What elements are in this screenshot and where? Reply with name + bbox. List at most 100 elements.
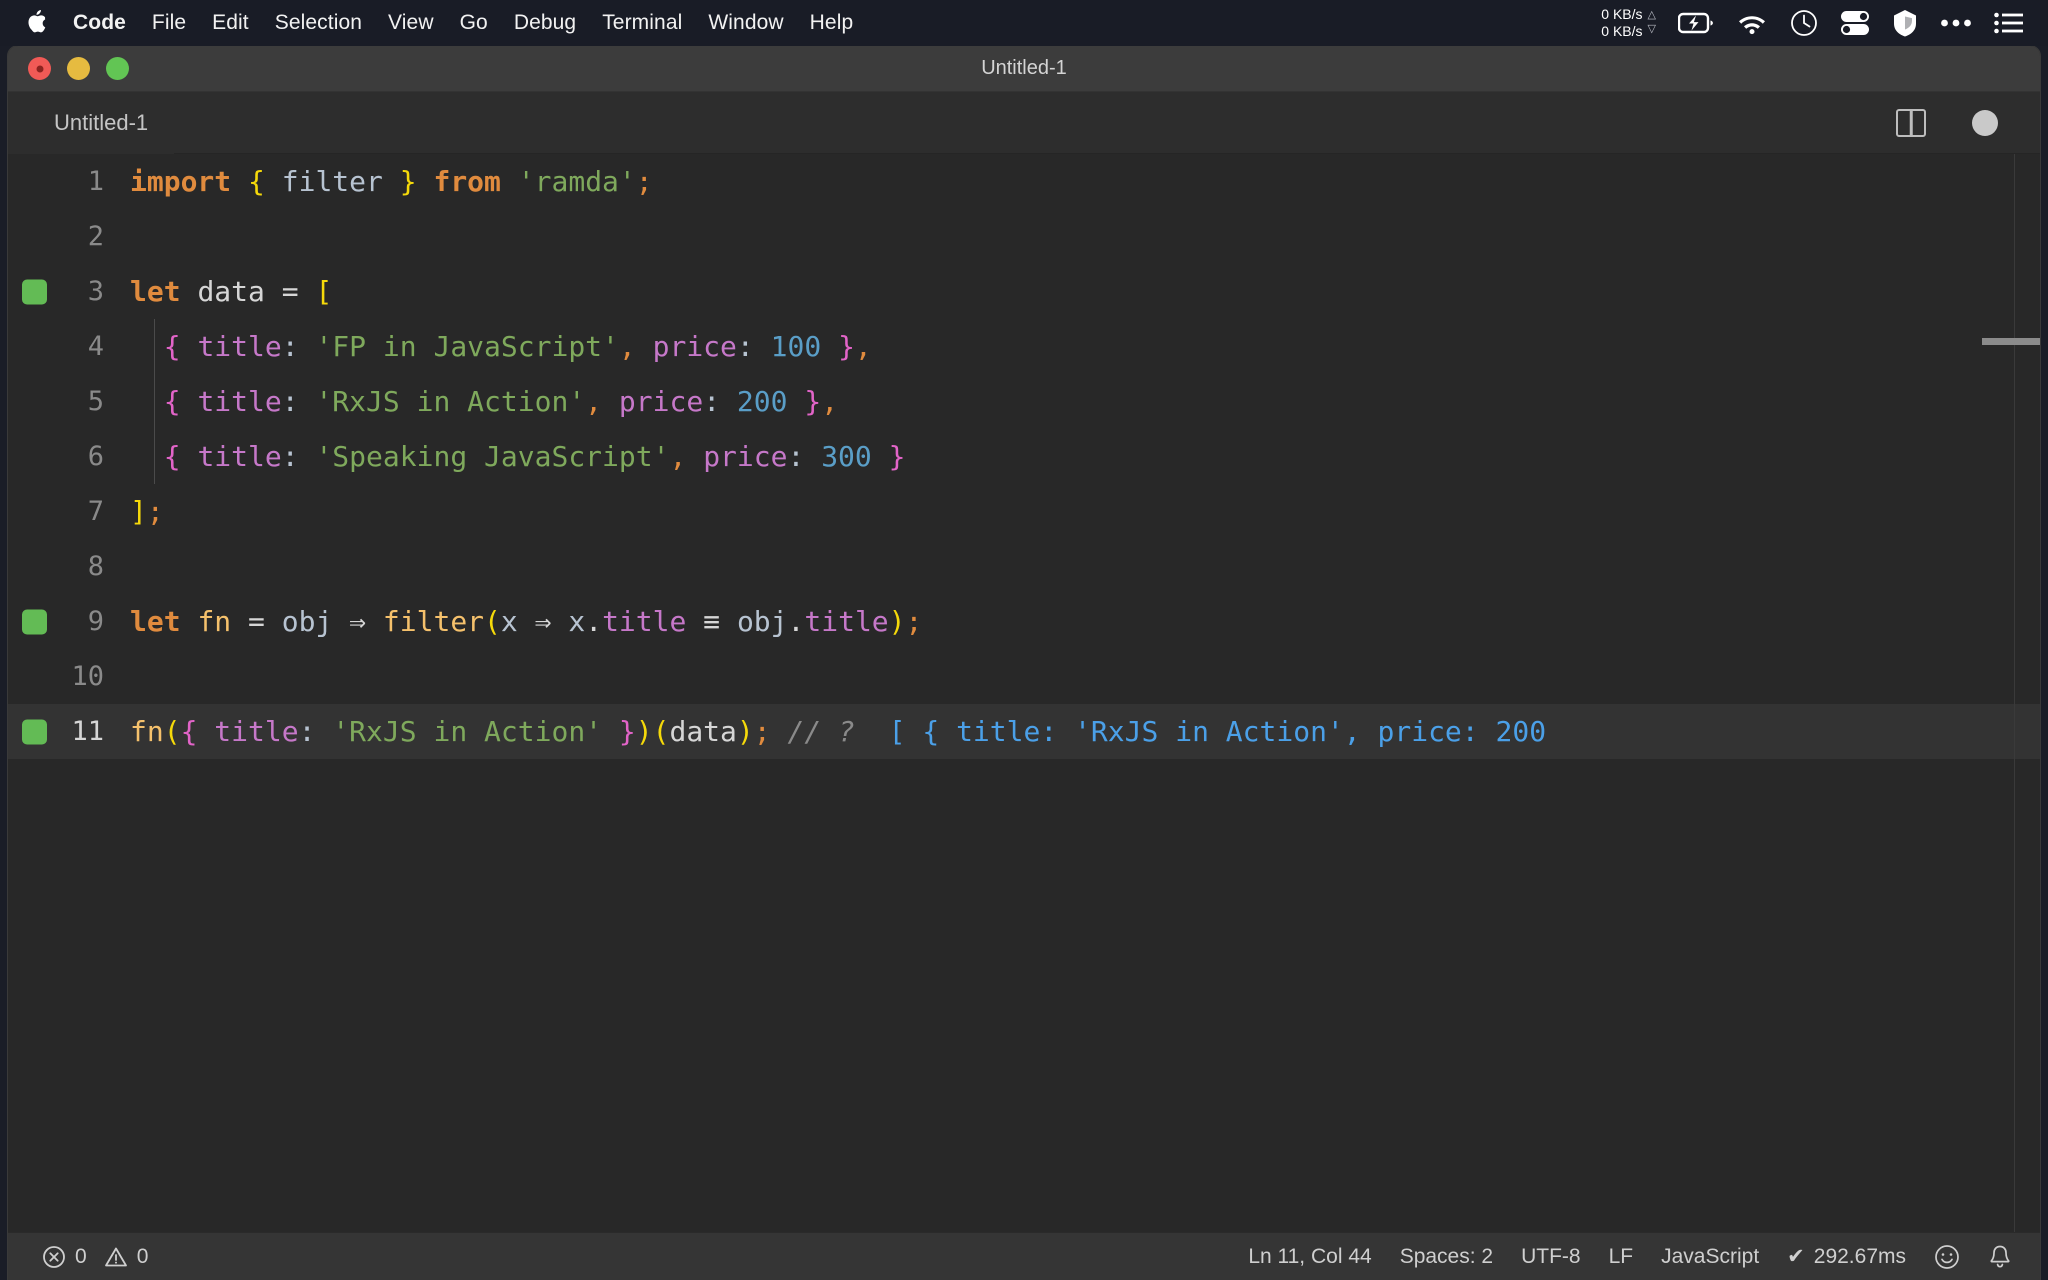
apple-logo-icon[interactable] xyxy=(14,0,60,46)
code-line-6[interactable]: 6 { title: 'Speaking JavaScript', price:… xyxy=(8,429,2040,484)
battery-charging-icon[interactable] xyxy=(1678,0,1714,46)
quokka-time: 292.67ms xyxy=(1813,1244,1906,1268)
feedback-button[interactable] xyxy=(1920,1233,1974,1280)
quokka-check-icon: ✔ xyxy=(1787,1245,1805,1268)
window-title: Untitled-1 xyxy=(981,57,1067,79)
horizontal-scrollbar-thumb[interactable] xyxy=(1982,338,2040,345)
code-token: ; xyxy=(635,165,653,198)
code-line-text: fn({ title: 'RxJS in Action' })(data); /… xyxy=(130,715,2040,748)
encoding-setting[interactable]: UTF-8 xyxy=(1507,1233,1595,1280)
code-token: 'RxJS in Action' xyxy=(332,715,603,748)
problems-indicator[interactable]: 0 0 xyxy=(28,1233,162,1280)
code-token: from xyxy=(433,165,501,198)
code-token: fn xyxy=(130,715,164,748)
code-line-1[interactable]: 1 import { filter } from 'ramda'; xyxy=(8,154,2040,209)
list-menu-icon[interactable] xyxy=(1994,0,2024,46)
menu-item-debug[interactable]: Debug xyxy=(501,0,589,46)
code-token: { xyxy=(248,165,265,198)
shield-icon[interactable] xyxy=(1892,0,1918,46)
code-token: let xyxy=(130,275,181,308)
code-line-8[interactable]: 8 xyxy=(8,539,2040,594)
code-line-2[interactable]: 2 xyxy=(8,209,2040,264)
ellipsis-icon[interactable] xyxy=(1940,0,1972,46)
code-token: } xyxy=(838,330,855,363)
code-token: title xyxy=(602,605,687,638)
code-token: , xyxy=(618,330,636,363)
menu-item-edit[interactable]: Edit xyxy=(199,0,262,46)
editor-actions xyxy=(1896,108,2040,137)
code-line-10[interactable]: 10 xyxy=(8,649,2040,704)
code-editor[interactable]: 1 import { filter } from 'ramda'; 2 3 let da… xyxy=(8,154,2040,1232)
network-speed-indicator[interactable]: 0 KB/s 0 KB/s △ ▽ xyxy=(1601,6,1656,39)
code-token: : xyxy=(787,440,805,473)
code-line-3[interactable]: 3 let data = [ xyxy=(8,264,2040,319)
wifi-icon[interactable] xyxy=(1736,0,1768,46)
cursor-position[interactable]: Ln 11, Col 44 xyxy=(1234,1233,1385,1280)
code-line-5[interactable]: 5 { title: 'RxJS in Action', price: 200 … xyxy=(8,374,2040,429)
code-line-4[interactable]: 4 { title: 'FP in JavaScript', price: 10… xyxy=(8,319,2040,374)
code-token: price xyxy=(652,330,737,363)
code-token: , xyxy=(585,385,603,418)
code-token: 100 xyxy=(770,330,822,363)
code-token: // ? xyxy=(787,715,855,748)
code-token: ( xyxy=(652,715,670,748)
code-line-text: import { filter } from 'ramda'; xyxy=(130,165,2040,198)
menu-item-help[interactable]: Help xyxy=(797,0,867,46)
tab-untitled-1[interactable]: Untitled-1 xyxy=(8,91,175,154)
language-mode[interactable]: JavaScript xyxy=(1647,1233,1773,1280)
code-token: obj xyxy=(736,605,788,638)
code-token: 'ramda' xyxy=(517,165,636,198)
code-token: } xyxy=(618,715,636,748)
code-line-text: ]; xyxy=(130,495,2040,528)
warning-count: 0 xyxy=(136,1244,149,1268)
code-token: title xyxy=(214,715,299,748)
unsaved-dot-icon[interactable] xyxy=(1972,109,1998,136)
code-token: ( xyxy=(163,715,181,748)
menu-item-file[interactable]: File xyxy=(139,0,199,46)
menu-item-terminal[interactable]: Terminal xyxy=(589,0,695,46)
maximize-button[interactable] xyxy=(106,57,129,80)
code-token: . xyxy=(585,605,603,638)
line-number: 4 xyxy=(87,331,104,362)
code-token: price xyxy=(703,440,788,473)
minimize-button[interactable] xyxy=(67,57,90,80)
code-line-11[interactable]: 11 fn({ title: 'RxJS in Action' })(data);… xyxy=(8,704,2040,759)
code-token: } xyxy=(804,385,822,418)
network-download-rate: 0 KB/s xyxy=(1601,23,1643,39)
indentation-setting[interactable]: Spaces: 2 xyxy=(1386,1233,1507,1280)
notifications-button[interactable] xyxy=(1974,1233,2026,1280)
indent-guide xyxy=(154,429,155,484)
code-lines-container: 1 import { filter } from 'ramda'; 2 3 let da… xyxy=(8,154,2040,759)
menu-item-window[interactable]: Window xyxy=(695,0,796,46)
line-number: 10 xyxy=(71,661,104,692)
split-editor-icon[interactable] xyxy=(1896,108,1926,137)
line-number: 8 xyxy=(87,551,104,582)
menu-item-view[interactable]: View xyxy=(375,0,447,46)
menu-item-go[interactable]: Go xyxy=(447,0,501,46)
line-number: 1 xyxy=(87,166,104,197)
tab-label: Untitled-1 xyxy=(54,109,149,135)
close-button[interactable] xyxy=(28,57,51,80)
eol-setting[interactable]: LF xyxy=(1595,1233,1648,1280)
menu-item-selection[interactable]: Selection xyxy=(262,0,375,46)
code-token: ≡ xyxy=(686,605,737,638)
code-line-7[interactable]: 7]; xyxy=(8,484,2040,539)
clock-icon[interactable] xyxy=(1790,0,1818,46)
code-token: x xyxy=(568,605,586,638)
code-token: ) xyxy=(888,605,906,638)
code-line-9[interactable]: 9 let fn = obj ⇒ filter(x ⇒ x.title ≡ obj… xyxy=(8,594,2040,649)
quokka-runtime[interactable]: ✔ 292.67ms xyxy=(1773,1233,1920,1280)
vertical-scrollbar-track[interactable] xyxy=(2014,154,2015,1232)
menu-item-code[interactable]: Code xyxy=(60,0,139,46)
toggles-icon[interactable] xyxy=(1840,0,1870,46)
indent-guide xyxy=(154,374,155,429)
